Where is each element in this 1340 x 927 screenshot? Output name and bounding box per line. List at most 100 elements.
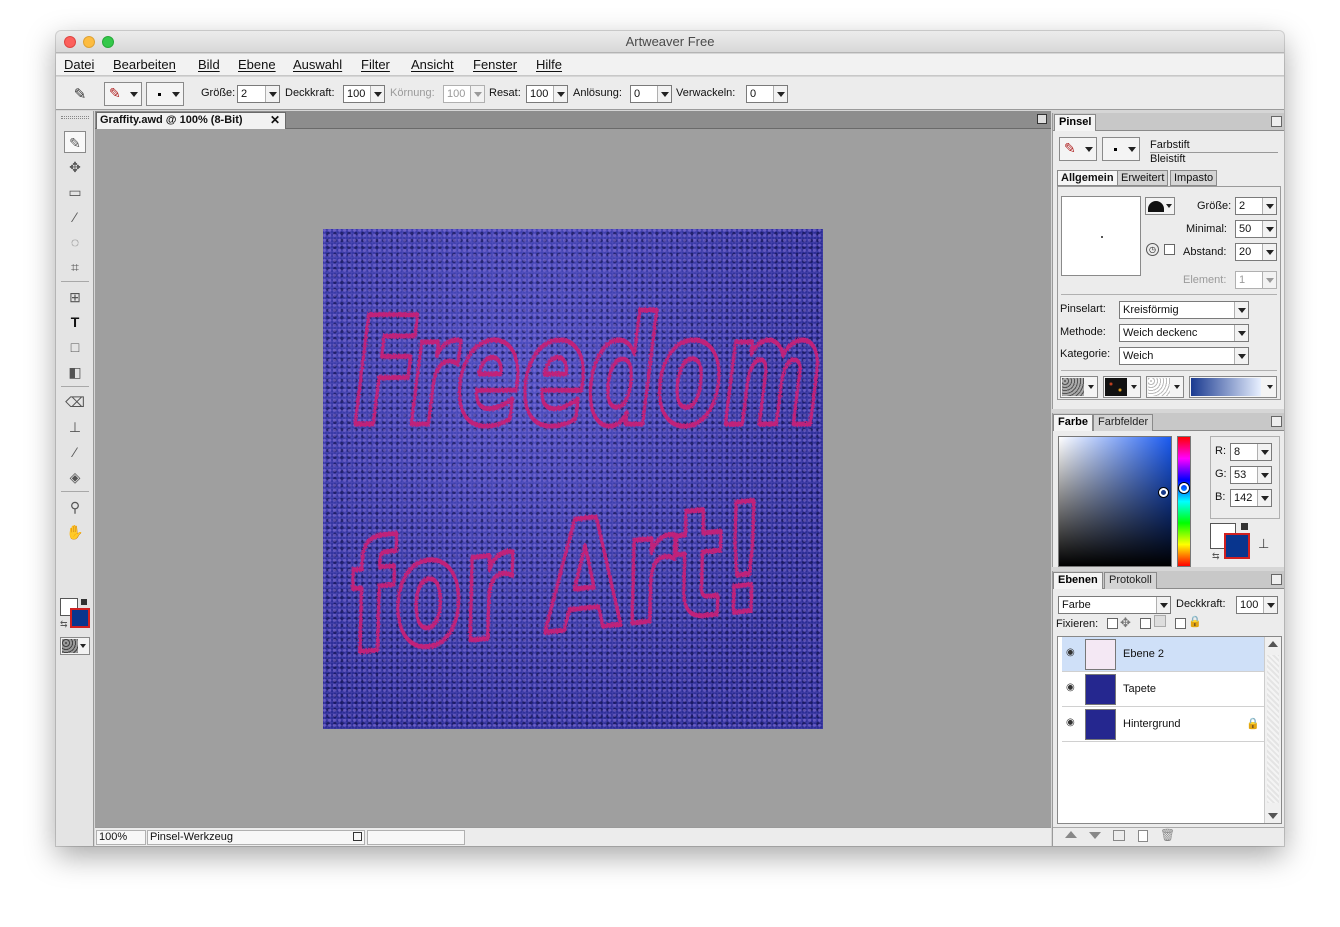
abstand-checkbox[interactable]: [1164, 244, 1175, 255]
size-combo[interactable]: 2: [1235, 197, 1277, 215]
zoom-tool-icon[interactable]: ⚲: [64, 496, 86, 518]
menu-auswahl[interactable]: Auswahl: [293, 57, 342, 72]
tab-protokoll[interactable]: Protokoll: [1104, 572, 1157, 589]
delete-layer-icon[interactable]: 🗑: [1160, 828, 1175, 842]
layer-row[interactable]: ◉ Ebene 2: [1062, 637, 1264, 672]
groesse-combo[interactable]: 2: [237, 85, 280, 103]
stamp-tool-icon[interactable]: ⊥: [64, 416, 86, 438]
gradient-picker[interactable]: [1189, 376, 1277, 398]
new-layer-icon[interactable]: [1138, 830, 1148, 842]
scroll-up-icon[interactable]: [1268, 641, 1278, 647]
paper-picker[interactable]: [1060, 376, 1098, 398]
methode-select[interactable]: Weich deckenc: [1119, 324, 1249, 342]
hand-tool-icon[interactable]: ✋: [64, 521, 86, 543]
move-layer-up-icon[interactable]: [1065, 831, 1077, 838]
document-tab[interactable]: Graffity.awd @ 100% (8-Bit) ✕: [96, 112, 286, 129]
minimize-window-button[interactable]: [83, 36, 95, 48]
blend-mode-select[interactable]: Farbe: [1058, 596, 1171, 614]
panel-background-swatch[interactable]: [1224, 533, 1250, 559]
layer-row[interactable]: ◉ Tapete: [1062, 672, 1264, 707]
pressure-clock-icon[interactable]: ◷: [1146, 243, 1159, 256]
brush-shape-picker[interactable]: [1145, 197, 1175, 215]
panel-menu-icon[interactable]: [1271, 116, 1282, 127]
panel-menu-icon[interactable]: [1271, 416, 1282, 427]
menu-bearbeiten[interactable]: Bearbeiten: [113, 57, 176, 72]
rect-select-tool-icon[interactable]: ▭: [64, 181, 86, 203]
b-combo[interactable]: 142: [1230, 489, 1272, 507]
shape-tool-icon[interactable]: □: [64, 336, 86, 358]
minimal-combo[interactable]: 50: [1235, 220, 1277, 238]
eyedropper-tool-icon[interactable]: ⁄: [64, 441, 86, 463]
subtab-erweitert[interactable]: Erweitert: [1117, 170, 1169, 186]
g-combo[interactable]: 53: [1230, 466, 1272, 484]
color-field[interactable]: [1058, 436, 1172, 567]
maximize-window-button[interactable]: [102, 36, 114, 48]
current-tool-icon[interactable]: ✎: [70, 85, 90, 105]
scroll-track[interactable]: [1267, 655, 1279, 803]
subtab-allgemein[interactable]: Allgemein: [1057, 170, 1118, 186]
menu-bild[interactable]: Bild: [198, 57, 220, 72]
magic-wand-tool-icon[interactable]: ⁄: [64, 206, 86, 228]
text-tool-icon[interactable]: T: [64, 311, 86, 333]
paper-texture-picker[interactable]: [60, 637, 90, 655]
brush-preset-picker[interactable]: ✎: [104, 82, 142, 106]
zoom-level[interactable]: 100%: [96, 830, 146, 845]
swap-colors-icon[interactable]: ⇆: [60, 619, 68, 630]
anloesung-combo[interactable]: 0: [630, 85, 672, 103]
toolbox-grip[interactable]: [61, 116, 89, 119]
tab-ebenen[interactable]: Ebenen: [1053, 572, 1103, 589]
r-combo[interactable]: 8: [1230, 443, 1272, 461]
visibility-eye-icon[interactable]: ◉: [1066, 648, 1080, 658]
hue-slider[interactable]: [1177, 436, 1191, 567]
eraser-tool-icon[interactable]: ⌫: [64, 391, 86, 413]
deckkraft-combo[interactable]: 100: [343, 85, 385, 103]
subtab-impasto[interactable]: Impasto: [1170, 170, 1218, 186]
lock-all-checkbox[interactable]: [1175, 618, 1186, 629]
hue-slider-handle[interactable]: [1179, 483, 1189, 493]
verwackeln-combo[interactable]: 0: [746, 85, 788, 103]
background-color-swatch[interactable]: [70, 608, 90, 628]
swap-colors-icon[interactable]: ⇆: [1212, 551, 1220, 562]
lock-position-checkbox[interactable]: [1140, 618, 1151, 629]
layers-scrollbar[interactable]: [1264, 637, 1281, 823]
close-tab-icon[interactable]: ✕: [270, 113, 280, 128]
color-picker-handle[interactable]: [1159, 488, 1168, 497]
menu-hilfe[interactable]: Hilfe: [536, 57, 562, 72]
brush-tip-picker[interactable]: [146, 82, 184, 106]
menu-datei[interactable]: Datei: [64, 57, 94, 72]
panel-menu-icon[interactable]: [1271, 574, 1282, 585]
move-tool-icon[interactable]: ✥: [64, 156, 86, 178]
move-layer-down-icon[interactable]: [1089, 832, 1101, 839]
layer-opacity-combo[interactable]: 100: [1236, 596, 1278, 614]
stamp-color-icon[interactable]: ⊥: [1258, 536, 1269, 552]
default-colors-icon[interactable]: [1241, 523, 1248, 530]
image-canvas[interactable]: Freedom for Art!: [323, 229, 826, 729]
bucket-tool-icon[interactable]: ◈: [64, 466, 86, 488]
scroll-down-icon[interactable]: [1268, 813, 1278, 819]
tab-farbfelder[interactable]: Farbfelder: [1093, 414, 1154, 431]
lasso-tool-icon[interactable]: ◌: [64, 231, 86, 253]
menu-ebene[interactable]: Ebene: [238, 57, 276, 72]
layer-row[interactable]: ◉ Hintergrund 🔒: [1062, 707, 1264, 742]
pinselart-select[interactable]: Kreisförmig: [1119, 301, 1249, 319]
lock-transparency-checkbox[interactable]: [1107, 618, 1118, 629]
default-colors-icon[interactable]: [81, 599, 87, 605]
brush-tool-icon[interactable]: ✎: [64, 131, 86, 153]
panel-menu-icon[interactable]: [1037, 114, 1047, 124]
brush-variant-picker[interactable]: [1102, 137, 1140, 161]
tab-pinsel[interactable]: Pinsel: [1054, 114, 1097, 131]
abstand-combo[interactable]: 20: [1235, 243, 1277, 261]
perspective-tool-icon[interactable]: ⊞: [64, 286, 86, 308]
tab-farbe[interactable]: Farbe: [1053, 414, 1093, 431]
close-window-button[interactable]: [64, 36, 76, 48]
brush-category-picker[interactable]: ✎: [1059, 137, 1097, 161]
new-group-icon[interactable]: [1113, 830, 1125, 841]
status-menu-icon[interactable]: [353, 832, 362, 841]
kategorie-select[interactable]: Weich: [1119, 347, 1249, 365]
pattern-picker[interactable]: [1103, 376, 1141, 398]
menu-filter[interactable]: Filter: [361, 57, 390, 72]
visibility-eye-icon[interactable]: ◉: [1066, 718, 1080, 728]
crop-tool-icon[interactable]: ⌗: [64, 256, 86, 278]
menu-ansicht[interactable]: Ansicht: [411, 57, 454, 72]
texture-picker[interactable]: [1146, 376, 1184, 398]
